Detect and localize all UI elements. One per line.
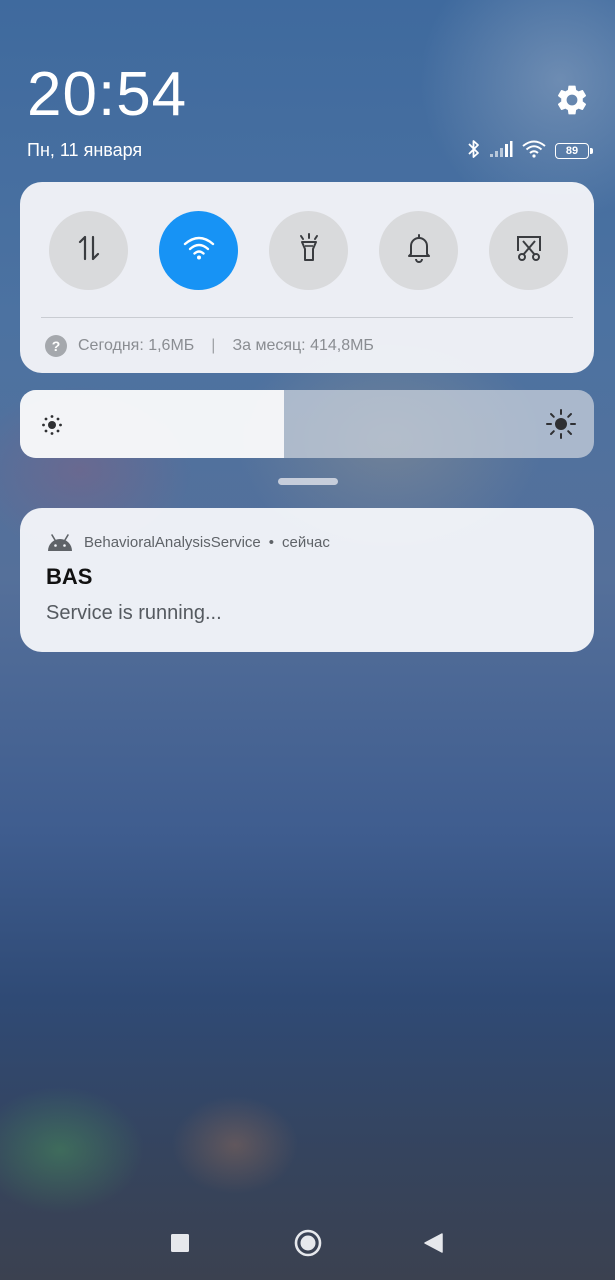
brightness-high-icon xyxy=(546,409,576,439)
wifi-icon xyxy=(182,235,216,266)
back-triangle-icon xyxy=(422,1233,444,1258)
signal-icon xyxy=(489,140,513,163)
battery-icon: 89 xyxy=(555,143,593,159)
android-icon xyxy=(46,532,74,552)
settings-gear-icon[interactable] xyxy=(554,82,590,118)
data-usage-month: За месяц: 414,8МБ xyxy=(232,337,374,354)
divider xyxy=(41,317,573,318)
data-usage-separator: | xyxy=(211,337,216,354)
wifi-toggle[interactable] xyxy=(159,211,238,290)
recents-button[interactable] xyxy=(170,1233,190,1258)
navigation-bar xyxy=(0,1210,615,1276)
clock[interactable]: 20:54 xyxy=(27,60,187,130)
arrows-updown-icon xyxy=(75,233,103,268)
notification-title: BAS xyxy=(46,564,93,589)
notification-separator: • xyxy=(268,533,275,551)
help-icon: ? xyxy=(45,335,67,357)
mobile-data-toggle[interactable] xyxy=(49,211,128,290)
wifi-status-icon xyxy=(521,140,547,163)
bell-icon xyxy=(405,233,433,268)
panel-drag-handle[interactable] xyxy=(278,478,338,485)
notification-app-name: BehavioralAnalysisService xyxy=(84,533,261,551)
notification-header: BehavioralAnalysisService • сейчас xyxy=(46,532,330,552)
brightness-low-icon xyxy=(41,414,63,436)
data-usage[interactable]: ? Сегодня: 1,6МБ | За месяц: 414,8МБ xyxy=(45,335,374,357)
home-button[interactable] xyxy=(293,1228,323,1263)
flashlight-icon xyxy=(295,232,323,269)
brightness-slider[interactable] xyxy=(20,390,594,458)
status-icons: 89 xyxy=(467,139,593,164)
screenshot-toggle[interactable] xyxy=(489,211,568,290)
data-usage-today: Сегодня: 1,6МБ xyxy=(78,337,195,354)
notification-time: сейчас xyxy=(282,533,330,551)
scissors-screenshot-icon xyxy=(514,233,544,268)
toggle-row xyxy=(49,211,568,290)
sound-toggle[interactable] xyxy=(379,211,458,290)
date[interactable]: Пн, 11 января xyxy=(27,140,142,161)
bluetooth-icon xyxy=(467,139,481,164)
circle-icon xyxy=(293,1229,323,1262)
quick-settings-panel: ? Сегодня: 1,6МБ | За месяц: 414,8МБ xyxy=(20,182,594,373)
flashlight-toggle[interactable] xyxy=(269,211,348,290)
square-icon xyxy=(170,1234,190,1257)
back-button[interactable] xyxy=(422,1232,444,1259)
notification-card[interactable]: BehavioralAnalysisService • сейчас BAS S… xyxy=(20,508,594,652)
notification-text: Service is running... xyxy=(46,602,222,624)
